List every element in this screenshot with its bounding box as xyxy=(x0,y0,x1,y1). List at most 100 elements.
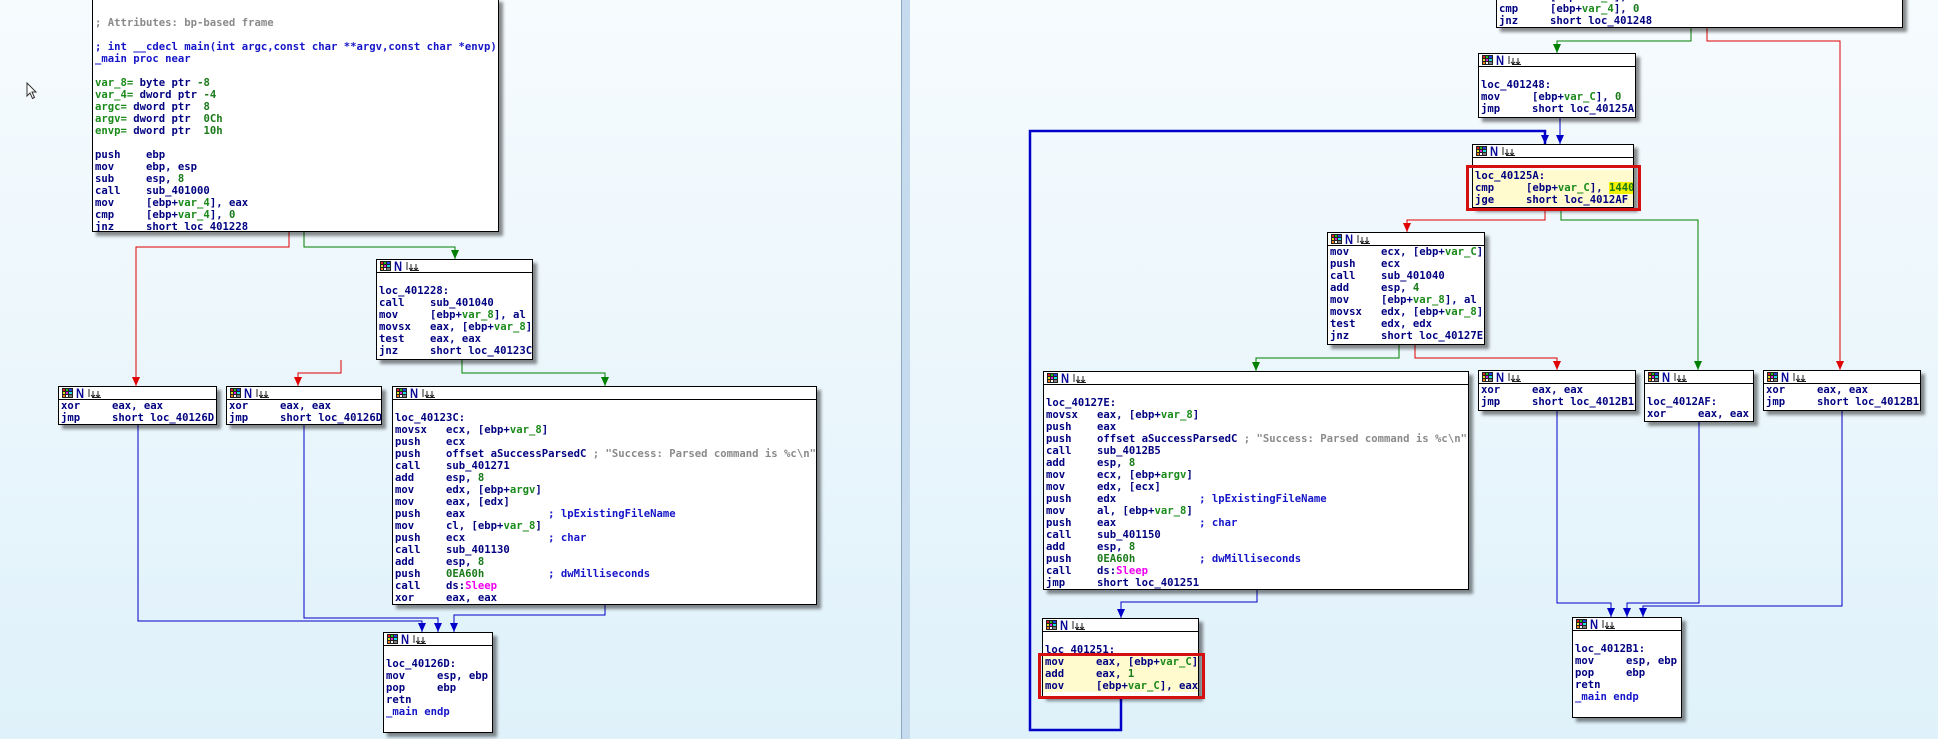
code-line[interactable]: loc_4012B1: xyxy=(1573,643,1681,655)
code-line[interactable]: xor eax, eax xyxy=(1764,384,1920,396)
graph-overview-icon[interactable] xyxy=(1508,55,1522,65)
code-line[interactable]: ; int __cdecl main(int argc,const char *… xyxy=(93,41,498,53)
graph-node-loc_4012B1[interactable]: Nloc_4012B1: mov esp, ebp pop ebp retn _main… xyxy=(1572,617,1682,718)
node-header[interactable]: N xyxy=(1645,371,1753,384)
code-line[interactable]: cmp [ebp+var_4], 0 xyxy=(1497,3,1902,15)
blank-line[interactable] xyxy=(93,29,498,41)
code-line[interactable]: _main endp xyxy=(1573,691,1681,703)
node-type-label[interactable]: N xyxy=(244,387,252,400)
code-line[interactable]: call sub_401040 xyxy=(377,297,532,309)
node-disassembly[interactable]: loc_4012B1: mov esp, ebp pop ebp retn _main … xyxy=(1573,631,1681,703)
palette-icon[interactable] xyxy=(1476,146,1487,156)
code-line[interactable]: add esp, 8 xyxy=(1044,541,1468,553)
code-line[interactable]: movsx edx, [ebp+var_8] xyxy=(1328,306,1484,318)
graph-overview-icon[interactable] xyxy=(1508,372,1522,382)
code-line[interactable]: add esp, 8 xyxy=(393,472,816,484)
node-header[interactable]: N xyxy=(1479,371,1635,384)
graph-node-loc_40127E[interactable]: Nloc_40127E: movsx eax, [ebp+var_8] push e… xyxy=(1043,371,1469,590)
node-header[interactable]: N xyxy=(59,387,216,400)
node-type-label[interactable]: N xyxy=(1781,371,1789,384)
node-header[interactable]: N xyxy=(1043,619,1198,632)
node-type-label[interactable]: N xyxy=(1496,371,1504,384)
code-line[interactable]: ; Attributes: bp-based frame xyxy=(93,17,498,29)
code-line[interactable]: loc_401248: xyxy=(1479,79,1635,91)
code-line[interactable]: var_8= byte ptr -8 xyxy=(93,77,498,89)
code-line[interactable]: argc= dword ptr 8 xyxy=(93,101,498,113)
graph-overview-icon[interactable] xyxy=(1502,146,1516,156)
graph-node-loc_40126D[interactable]: Nloc_40126D: mov esp, ebp pop ebp retn _main… xyxy=(383,632,493,733)
node-disassembly[interactable]: mov ecx, [ebp+var_C] push ecx call sub_401… xyxy=(1328,246,1484,342)
code-line[interactable]: loc_4012AF: xyxy=(1645,396,1753,408)
edge-true[interactable] xyxy=(1255,345,1400,371)
edge-false[interactable] xyxy=(1706,28,1841,370)
code-line[interactable]: call sub_401130 xyxy=(393,544,816,556)
node-type-label[interactable]: N xyxy=(1061,372,1069,385)
code-line[interactable]: push eax xyxy=(1044,421,1468,433)
node-header[interactable]: N xyxy=(1328,233,1484,246)
code-line[interactable]: call sub_401040 xyxy=(1328,270,1484,282)
code-line[interactable]: push eax ; char xyxy=(1044,517,1468,529)
graph-overview-icon[interactable] xyxy=(88,388,102,398)
code-line[interactable]: mov cl, [ebp+var_8] xyxy=(393,520,816,532)
code-line[interactable]: argv= dword ptr 0Ch xyxy=(93,113,498,125)
node-header[interactable]: N xyxy=(1764,371,1920,384)
node-disassembly[interactable]: xor eax, eax jmp short loc_40126D xyxy=(59,400,216,424)
code-line[interactable]: mov ecx, [ebp+var_C] xyxy=(1328,246,1484,258)
code-line[interactable]: var_4= dword ptr -4 xyxy=(93,89,498,101)
blank-line[interactable] xyxy=(93,65,498,77)
graph-node-loop_body[interactable]: Nmov ecx, [ebp+var_C] push ecx call sub_40… xyxy=(1327,232,1485,345)
graph-node-xor_left_1[interactable]: Nxor eax, eax jmp short loc_40126D xyxy=(58,386,217,425)
code-line[interactable]: jmp short loc_401251 xyxy=(1044,577,1468,589)
blank-line[interactable] xyxy=(384,646,492,658)
code-line[interactable]: call sub_401000 xyxy=(93,185,498,197)
node-type-label[interactable]: N xyxy=(401,633,409,646)
graph-node-xor_right_1[interactable]: Nxor eax, eax jmp short loc_4012B1 xyxy=(1478,370,1636,411)
palette-icon[interactable] xyxy=(380,261,391,271)
palette-icon[interactable] xyxy=(1482,55,1493,65)
graph-overview-icon[interactable] xyxy=(1793,372,1807,382)
code-line[interactable]: xor eax, eax xyxy=(393,592,816,604)
node-header[interactable]: N xyxy=(1473,145,1633,158)
code-line[interactable]: mov ebp, esp xyxy=(93,161,498,173)
code-line[interactable]: push 0EA60h ; dwMilliseconds xyxy=(1044,553,1468,565)
palette-icon[interactable] xyxy=(1576,619,1587,629)
code-line[interactable]: retn xyxy=(1573,679,1681,691)
graph-node-xor_left_2[interactable]: Nxor eax, eax jmp short loc_40126D xyxy=(226,386,382,425)
palette-icon[interactable] xyxy=(62,388,73,398)
node-type-label[interactable]: N xyxy=(1490,145,1498,158)
edge-jump[interactable] xyxy=(1120,590,1258,618)
node-disassembly[interactable]: loc_401248: mov [ebp+var_C], 0 jmp short l… xyxy=(1479,67,1635,115)
code-line[interactable]: mov eax, [edx] xyxy=(393,496,816,508)
node-disassembly[interactable]: loc_401228: call sub_401040 mov [ebp+var_8… xyxy=(377,273,532,357)
node-type-label[interactable]: N xyxy=(1496,54,1504,67)
node-disassembly[interactable]: xor eax, eax jmp short loc_40126D xyxy=(227,400,381,424)
graph-node-main[interactable]: ; Attributes: bp-based frame ; int __cdec… xyxy=(92,0,499,232)
code-line[interactable]: call sub_401271 xyxy=(393,460,816,472)
graph-overview-icon[interactable] xyxy=(406,261,420,271)
blank-line[interactable] xyxy=(1645,384,1753,396)
code-line[interactable]: jmp short loc_4012B1 xyxy=(1479,396,1635,408)
node-disassembly[interactable]: loc_40123C: movsx ecx, [ebp+var_8] push ec… xyxy=(393,400,816,604)
code-line[interactable]: mov esp, ebp xyxy=(384,670,492,682)
node-disassembly[interactable]: loc_40126D: mov esp, ebp pop ebp retn _main … xyxy=(384,646,492,718)
palette-icon[interactable] xyxy=(1767,372,1778,382)
palette-icon[interactable] xyxy=(1648,372,1659,382)
blank-line[interactable] xyxy=(93,137,498,149)
node-type-label[interactable]: N xyxy=(1060,619,1068,632)
code-line[interactable]: sub esp, 8 xyxy=(93,173,498,185)
code-line[interactable]: push offset aSuccessParsedC ; "Success: … xyxy=(1044,433,1468,445)
code-line[interactable]: push ecx xyxy=(393,436,816,448)
code-line[interactable]: jmp short loc_4012B1 xyxy=(1764,396,1920,408)
code-line[interactable]: jnz short loc_401228 xyxy=(93,221,498,231)
code-line[interactable]: mov [ebp+var_8], al xyxy=(377,309,532,321)
edge-false[interactable] xyxy=(297,360,342,386)
graph-overview-icon[interactable] xyxy=(413,634,427,644)
code-line[interactable]: movsx ecx, [ebp+var_8] xyxy=(393,424,816,436)
code-line[interactable]: push 0EA60h ; dwMilliseconds xyxy=(393,568,816,580)
node-disassembly[interactable]: loc_4012AF: xor eax, eax xyxy=(1645,384,1753,420)
graph-node-xor_right_2[interactable]: Nxor eax, eax jmp short loc_4012B1 xyxy=(1763,370,1921,411)
node-disassembly[interactable]: xor eax, eax jmp short loc_4012B1 xyxy=(1764,384,1920,408)
code-line[interactable]: push eax ; lpExistingFileName xyxy=(393,508,816,520)
edge-jump[interactable] xyxy=(453,605,606,632)
blank-line[interactable] xyxy=(393,400,816,412)
